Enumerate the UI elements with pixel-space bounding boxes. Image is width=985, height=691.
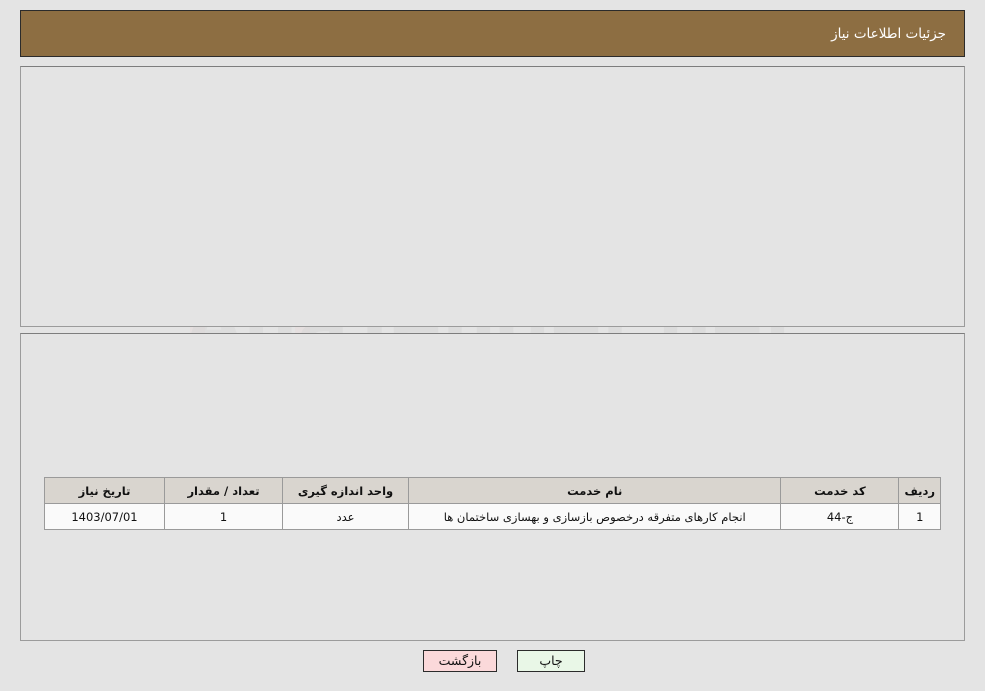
th-unit: واحد اندازه گیری xyxy=(282,477,409,504)
cell-service-code: ج-44 xyxy=(780,503,900,530)
page-root: AnaTender.net جزئیات اطلاعات نیاز شماره … xyxy=(0,0,985,691)
cell-service-name: انجام کارهای متفرقه درخصوص بازسازی و بهس… xyxy=(407,503,782,530)
cell-quantity: 1 xyxy=(164,503,283,530)
print-button[interactable]: چاپ xyxy=(517,650,585,672)
cell-row-index: 1 xyxy=(898,503,941,530)
th-service-name: نام خدمت xyxy=(407,477,782,504)
services-table: ردیف کد خدمت نام خدمت واحد اندازه گیری ت… xyxy=(44,477,941,530)
th-quantity: تعداد / مقدار xyxy=(164,477,283,504)
th-row-index: ردیف xyxy=(898,477,941,504)
window-titlebar: جزئیات اطلاعات نیاز xyxy=(20,10,965,57)
table-header-row: ردیف کد خدمت نام خدمت واحد اندازه گیری ت… xyxy=(44,477,941,504)
cell-unit: عدد xyxy=(282,503,409,530)
back-button[interactable]: بازگشت xyxy=(423,650,497,672)
cell-need-date: 1403/07/01 xyxy=(44,503,165,530)
table-row[interactable]: 1 ج-44 انجام کارهای متفرقه درخصوص بازساز… xyxy=(44,503,941,530)
need-info-panel xyxy=(20,66,965,327)
th-service-code: کد خدمت xyxy=(780,477,900,504)
page-title: جزئیات اطلاعات نیاز xyxy=(831,25,946,42)
th-need-date: تاریخ نیاز xyxy=(44,477,165,504)
